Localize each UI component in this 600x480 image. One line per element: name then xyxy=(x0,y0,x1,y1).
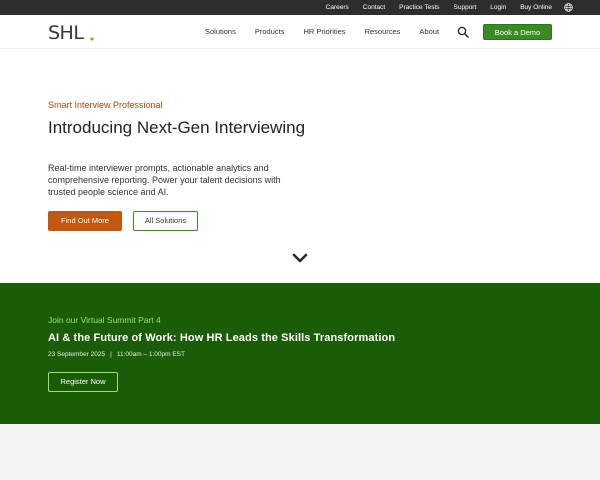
utility-links: Careers Contact Practice Tests Support L… xyxy=(312,0,552,15)
hero-eyebrow: Smart Interview Professional xyxy=(48,100,163,110)
globe-icon[interactable] xyxy=(564,3,573,12)
chevron-down-icon[interactable] xyxy=(292,253,308,263)
nav-item-resources[interactable]: Resources xyxy=(365,27,401,36)
primary-nav: Solutions Products HR Priorities Resourc… xyxy=(205,15,458,48)
svg-text:SHL: SHL xyxy=(48,22,84,42)
hero-subtext: Real-time interviewer prompts, actionabl… xyxy=(48,163,281,197)
search-icon[interactable] xyxy=(457,26,469,38)
nav-item-products[interactable]: Products xyxy=(255,27,285,36)
register-now-button[interactable]: Register Now xyxy=(48,372,118,392)
book-demo-button[interactable]: Book a Demo xyxy=(483,24,552,40)
utility-link-careers[interactable]: Careers xyxy=(326,0,349,15)
summit-datetime: 23 September 2025 | 11:00am – 1:00pm EST xyxy=(48,351,185,358)
nav-item-about[interactable]: About xyxy=(419,27,439,36)
utility-bar: Careers Contact Practice Tests Support L… xyxy=(0,0,600,15)
utility-link-practice-tests[interactable]: Practice Tests xyxy=(399,0,439,15)
summit-eyebrow: Join our Virtual Summit Part 4 xyxy=(48,315,161,325)
summit-title: AI & the Future of Work: How HR Leads th… xyxy=(48,332,396,344)
utility-link-buy-online[interactable]: Buy Online xyxy=(520,0,552,15)
shl-logo[interactable]: SHL xyxy=(48,22,96,42)
summit-separator: | xyxy=(110,351,112,358)
summit-time: 11:00am – 1:00pm EST xyxy=(116,351,185,358)
page-footer-area xyxy=(0,424,600,480)
utility-link-support[interactable]: Support xyxy=(454,0,477,15)
main-navbar: SHL Solutions Products HR Priorities Res… xyxy=(0,15,600,49)
find-out-more-button[interactable]: Find Out More xyxy=(48,211,122,231)
all-solutions-button[interactable]: All Solutions xyxy=(133,211,198,231)
hero-headline: Introducing Next-Gen Interviewing xyxy=(48,118,306,137)
utility-link-login[interactable]: Login xyxy=(490,0,506,15)
summit-date: 23 September 2025 xyxy=(48,351,106,358)
nav-item-solutions[interactable]: Solutions xyxy=(205,27,236,36)
utility-link-contact[interactable]: Contact xyxy=(363,0,385,15)
nav-item-hr-priorities[interactable]: HR Priorities xyxy=(303,27,345,36)
